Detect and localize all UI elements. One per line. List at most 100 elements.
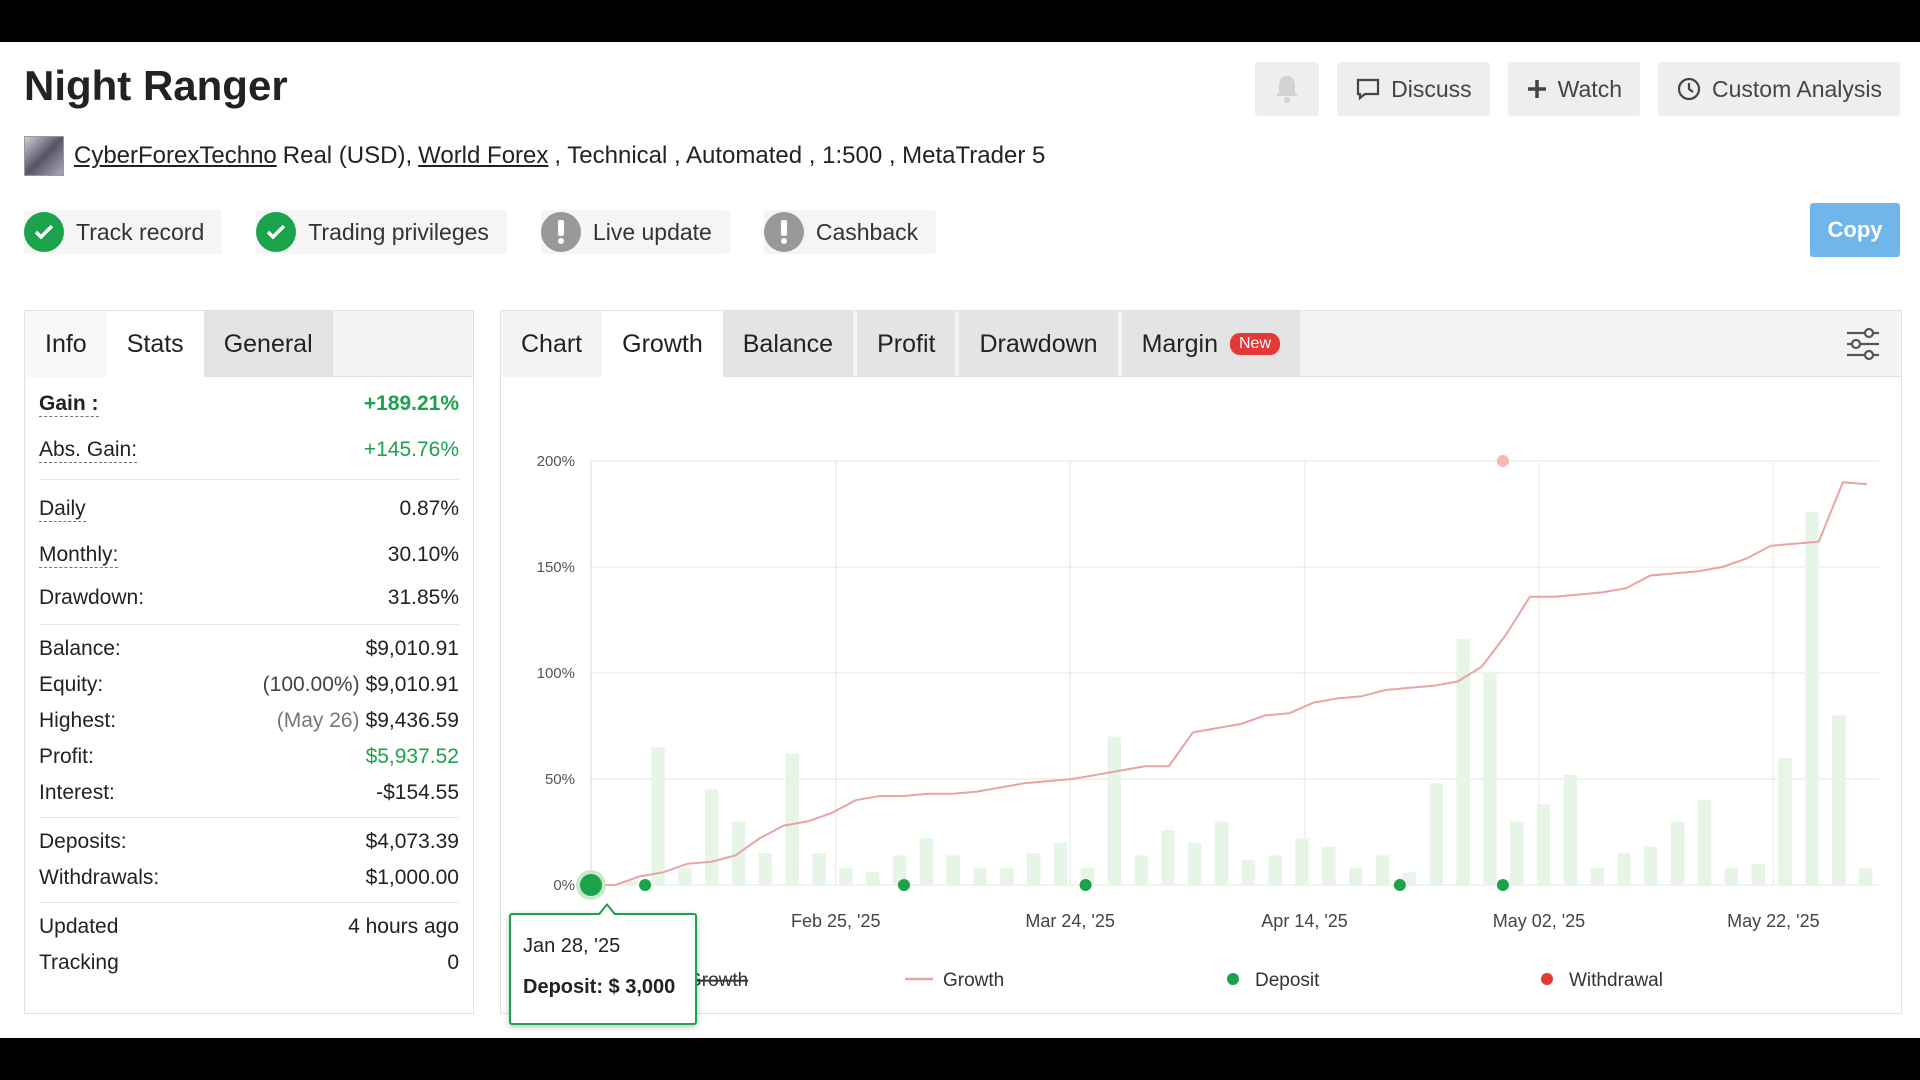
tab-general[interactable]: General — [203, 311, 333, 377]
custom-analysis-button[interactable]: Custom Analysis — [1657, 62, 1900, 116]
stat-daily: Daily 0.87% — [39, 486, 459, 532]
badges: Track record Trading privileges Live upd… — [24, 210, 937, 254]
watch-button[interactable]: Watch — [1507, 62, 1640, 116]
badge-label: Cashback — [815, 218, 919, 245]
tab-growth[interactable]: Growth — [602, 311, 723, 377]
bar — [1858, 868, 1873, 885]
stat-value: $9,010.91 — [365, 637, 459, 660]
bar — [1349, 868, 1363, 885]
tab-profit[interactable]: Profit — [857, 311, 956, 377]
stat-monthly: Monthly: 30.10% — [39, 532, 459, 578]
tab-stats[interactable]: Stats — [106, 311, 204, 377]
bar — [1778, 757, 1792, 885]
stat-withdrawals: Withdrawals: $1,000.00 — [39, 860, 459, 896]
bar — [812, 853, 826, 885]
new-badge: New — [1229, 333, 1280, 355]
broker-link[interactable]: World Forex — [418, 142, 548, 170]
bar — [758, 853, 773, 885]
stat-label[interactable]: Gain : — [39, 392, 99, 417]
legend-deposit-swatch — [1227, 973, 1239, 985]
stat-value: (100.00%) $9,010.91 — [262, 673, 459, 696]
stat-balance: Balance: $9,010.91 — [39, 631, 459, 667]
stat-tracking: Tracking 0 — [39, 945, 459, 981]
x-tick-label: Feb 25, '25 — [791, 911, 881, 931]
bar — [866, 872, 880, 885]
badge-trading-privileges[interactable]: Trading privileges — [256, 210, 507, 254]
bar — [1536, 804, 1551, 885]
tab-margin-label: Margin — [1141, 329, 1218, 358]
legend-growth: Growth — [943, 970, 1004, 991]
bar — [1161, 829, 1175, 885]
copy-button[interactable]: Copy — [1810, 203, 1900, 257]
bar — [1724, 868, 1739, 885]
discuss-button[interactable]: Discuss — [1337, 62, 1490, 116]
y-tick-label: 200% — [537, 453, 575, 470]
bar — [1697, 800, 1712, 885]
stat-highest: Highest: (May 26) $9,436.59 — [39, 703, 459, 739]
plus-icon — [1527, 80, 1546, 98]
deposit-point — [580, 874, 602, 896]
stat-label[interactable]: Daily — [39, 497, 86, 522]
tab-drawdown[interactable]: Drawdown — [959, 311, 1118, 377]
stat-value: +145.76% — [363, 438, 459, 461]
badge-cashback[interactable]: Cashback — [763, 210, 937, 254]
bar — [1188, 842, 1202, 885]
badge-track-record[interactable]: Track record — [24, 210, 223, 254]
growth-chart[interactable]: 0% 50% 100% 150% 200% Feb 25, '25 Mar 24, '25 A… — [501, 377, 1901, 1013]
stat-label[interactable]: Monthly: — [39, 543, 119, 568]
bar — [839, 868, 853, 885]
bar — [946, 855, 960, 885]
x-tick-label: May 02, '25 — [1493, 911, 1586, 931]
custom-analysis-label: Custom Analysis — [1711, 75, 1882, 102]
bar — [1322, 846, 1336, 885]
tab-chart[interactable]: Chart — [501, 311, 603, 377]
account-type: Real (USD), — [282, 142, 413, 169]
x-tick-label: Mar 24, '25 — [1025, 911, 1114, 931]
chart-tooltip: Jan 28, '25 Deposit: $ 3,000 — [509, 903, 697, 1025]
bar — [1241, 859, 1256, 885]
bar — [785, 753, 799, 885]
stat-value: $5,937.52 — [365, 745, 459, 768]
sliders-icon — [1847, 327, 1879, 361]
bar — [1027, 853, 1041, 885]
bar — [1805, 511, 1819, 885]
x-tick-label: Apr 14, '25 — [1261, 911, 1348, 931]
stat-label: Balance: — [39, 637, 121, 660]
tab-info[interactable]: Info — [25, 311, 107, 377]
author-link[interactable]: CyberForexTechno — [74, 142, 277, 170]
stat-label: Tracking — [39, 951, 119, 974]
system-details: , Technical , Automated , 1:500 , MetaTr… — [554, 142, 1046, 169]
stat-gain: Gain : +189.21% — [39, 381, 459, 427]
bar — [678, 868, 692, 885]
bar — [1483, 673, 1497, 885]
bar — [1429, 783, 1443, 885]
chart-settings-button[interactable] — [1845, 327, 1881, 366]
toolbar: Discuss Watch Custom Analysis — [1255, 62, 1900, 116]
stat-interest: Interest: -$154.55 — [39, 775, 459, 811]
badge-label: Live update — [592, 218, 712, 245]
avatar[interactable] — [24, 136, 64, 176]
badge-live-update[interactable]: Live update — [540, 210, 730, 254]
info-panel: Info Stats General Gain : +189.21% Abs. … — [24, 310, 474, 1014]
stat-value: +189.21% — [363, 392, 459, 415]
exclamation-icon — [763, 212, 804, 252]
alert-button[interactable] — [1255, 62, 1320, 116]
stat-profit: Profit: $5,937.52 — [39, 739, 459, 775]
bar — [1617, 853, 1631, 885]
bar — [973, 868, 987, 885]
y-tick-label: 0% — [553, 877, 575, 894]
stat-label: Deposits: — [39, 830, 127, 853]
bar — [1832, 715, 1846, 885]
system-meta: CyberForexTechno Real (USD), World Forex… — [24, 136, 1045, 176]
chart-panel: Chart Growth Balance Profit Drawdown Mar… — [500, 310, 1902, 1025]
stat-value: 31.85% — [387, 586, 459, 609]
stat-abs-gain: Abs. Gain: +145.76% — [39, 427, 459, 473]
stat-value: -$154.55 — [376, 781, 459, 804]
tab-balance[interactable]: Balance — [722, 311, 854, 377]
stat-label[interactable]: Abs. Gain: — [39, 438, 138, 463]
stats-list: Gain : +189.21% Abs. Gain: +145.76% Dail… — [25, 381, 473, 981]
bar — [1375, 855, 1390, 885]
y-tick-label: 150% — [537, 559, 575, 576]
tab-margin[interactable]: Margin New — [1121, 311, 1300, 377]
stat-value: 4 hours ago — [348, 915, 459, 938]
